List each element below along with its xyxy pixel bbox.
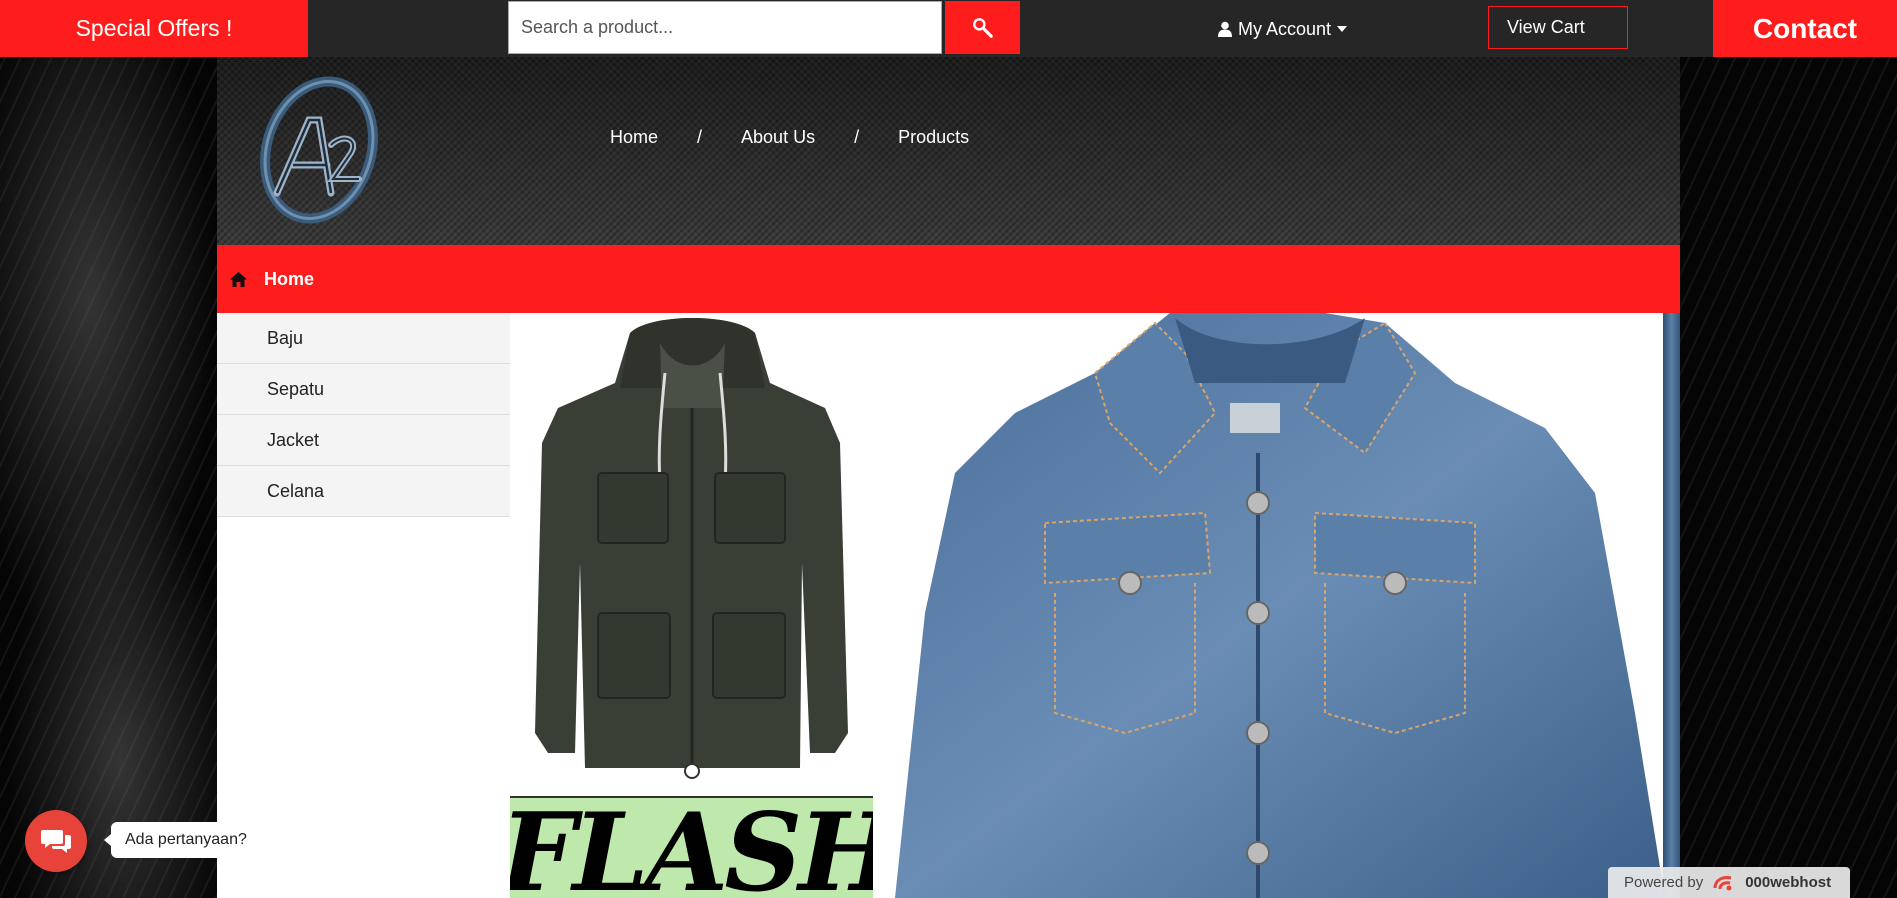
product-image-denim-jacket[interactable] bbox=[895, 313, 1665, 898]
carousel-next-edge bbox=[1663, 313, 1680, 898]
search-input[interactable] bbox=[508, 1, 942, 54]
home-bar[interactable]: Home bbox=[217, 245, 1680, 313]
nav-separator: / bbox=[697, 127, 703, 147]
nav-about-us[interactable]: About Us bbox=[741, 127, 815, 148]
nav-home[interactable]: Home bbox=[610, 127, 658, 148]
nav-products[interactable]: Products bbox=[898, 127, 969, 148]
special-offers-link[interactable]: Special Offers ! bbox=[0, 0, 308, 57]
account-label: My Account bbox=[1238, 18, 1332, 39]
flash-banner-text: FLASH bbox=[510, 796, 873, 898]
powered-by-label: Powered by bbox=[1624, 874, 1704, 891]
site-header: Home / About Us / Products bbox=[217, 57, 1680, 245]
site-logo[interactable] bbox=[247, 75, 387, 225]
home-icon bbox=[230, 271, 247, 287]
powered-by-badge[interactable]: Powered by 000webhost bbox=[1608, 867, 1850, 898]
category-jacket[interactable]: Jacket bbox=[217, 415, 510, 466]
product-image-parka[interactable] bbox=[510, 313, 873, 796]
search-button[interactable] bbox=[945, 1, 1020, 54]
main-nav: Home / About Us / Products bbox=[610, 127, 969, 148]
user-icon bbox=[1218, 21, 1232, 37]
contact-link[interactable]: Contact bbox=[1713, 0, 1897, 57]
nav-separator: / bbox=[854, 127, 860, 147]
product-showcase: FLASH bbox=[510, 313, 1680, 898]
chat-button[interactable] bbox=[25, 810, 87, 872]
webhost-logo-icon bbox=[1713, 875, 1732, 890]
powered-by-brand: 000webhost bbox=[1745, 874, 1832, 891]
category-sepatu[interactable]: Sepatu bbox=[217, 364, 510, 415]
home-bar-label: Home bbox=[264, 268, 315, 289]
flash-sale-banner[interactable]: FLASH bbox=[510, 796, 873, 898]
view-cart-button[interactable]: View Cart bbox=[1488, 6, 1628, 49]
category-celana[interactable]: Celana bbox=[217, 466, 510, 517]
caret-down-icon bbox=[1337, 26, 1348, 32]
chat-prompt-bubble[interactable]: Ada pertanyaan? bbox=[104, 822, 261, 858]
top-bar: Special Offers ! My Account View Cart Co… bbox=[0, 0, 1897, 57]
my-account-dropdown[interactable]: My Account bbox=[1218, 16, 1348, 42]
search-icon bbox=[972, 17, 993, 38]
category-sidebar: Baju Sepatu Jacket Celana bbox=[217, 313, 510, 898]
category-baju[interactable]: Baju bbox=[217, 313, 510, 364]
chat-icon bbox=[41, 830, 71, 853]
